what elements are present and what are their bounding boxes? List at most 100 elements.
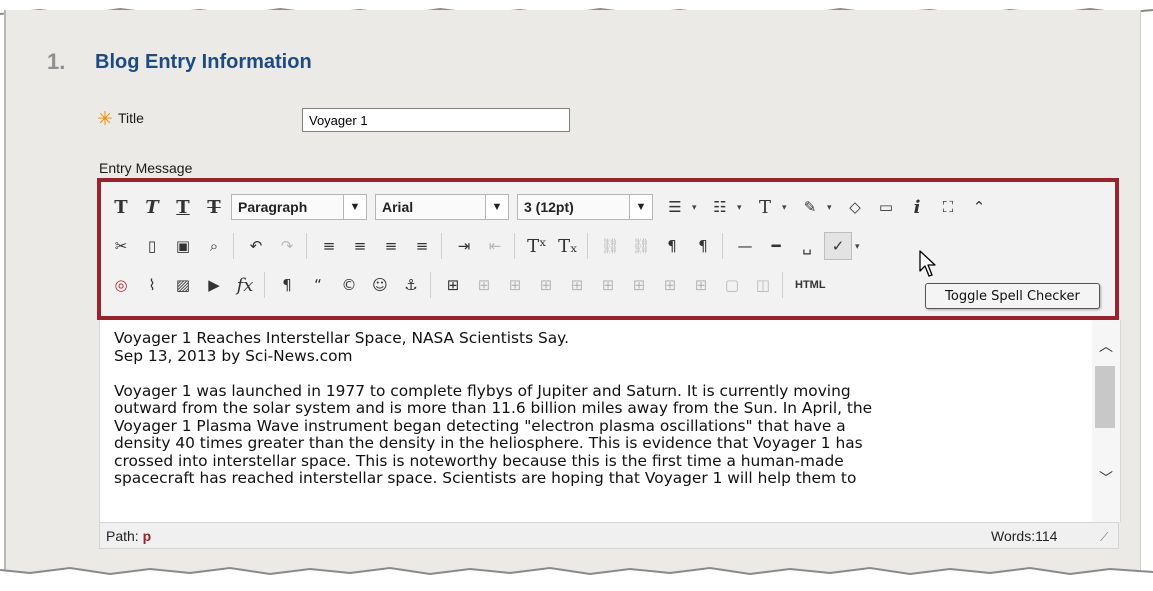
insert-image-icon[interactable]: ▨ (169, 271, 197, 299)
bullet-list-icon[interactable]: ☰ (661, 193, 689, 221)
font-select-value: Arial (382, 199, 414, 215)
subscript-icon[interactable]: Tₓ (554, 232, 582, 260)
editor-line: Voyager 1 was launched in 1977 to comple… (114, 381, 851, 400)
fullscreen-icon[interactable]: ⛶ (934, 193, 962, 221)
chevron-down-icon: ▼ (485, 195, 508, 219)
thick-rule-icon[interactable]: ━ (762, 232, 790, 260)
text-color-icon[interactable]: T (751, 193, 779, 221)
attach-file-icon[interactable]: ⌇ (138, 271, 166, 299)
insert-media-icon[interactable]: ▶ (200, 271, 228, 299)
html-source-button[interactable]: HTML (795, 279, 826, 291)
horizontal-rule-icon[interactable]: — (731, 232, 759, 260)
section-number: 1. (47, 49, 66, 74)
word-count: Words:114 (991, 528, 1058, 544)
copyright-icon[interactable]: © (335, 271, 363, 299)
editor-line: Voyager 1 Plasma Wave instrument began d… (114, 416, 846, 435)
editor-scrollbar[interactable]: ︿ ﹀ (1092, 320, 1120, 522)
strikethrough-t-icon[interactable]: T (200, 193, 228, 221)
delete-row-icon[interactable]: ⊞ (594, 271, 622, 299)
dropdown-arrow-icon[interactable]: ▾ (855, 241, 865, 252)
insert-col-before-icon[interactable]: ⊞ (625, 271, 653, 299)
align-right-icon[interactable]: ≡ (377, 232, 405, 260)
toolbar-separator (722, 233, 729, 259)
undo-icon[interactable]: ↶ (242, 232, 270, 260)
collapse-toolbar-icon[interactable]: ⌃ (965, 193, 993, 221)
align-left-icon[interactable]: ≡ (315, 232, 343, 260)
link-icon[interactable]: ⛓ (596, 232, 624, 260)
chevron-down-icon: ▼ (629, 195, 652, 219)
unlink-icon[interactable]: ⛓ (627, 232, 655, 260)
find-icon[interactable]: ⌕ (200, 232, 228, 260)
superscript-icon[interactable]: Tˣ (523, 232, 551, 260)
toolbar-separator (264, 272, 271, 298)
insert-col-after-icon[interactable]: ⊞ (656, 271, 684, 299)
format-select[interactable]: Paragraph ▼ (231, 194, 367, 220)
toolbar-separator (782, 272, 789, 298)
nonbreaking-space-icon[interactable]: ␣ (793, 232, 821, 260)
insert-table-icon[interactable]: ⊞ (439, 271, 467, 299)
editor-line: Sep 13, 2013 by Sci-News.com (114, 346, 353, 365)
editor-content-area[interactable]: Voyager 1 Reaches Interstellar Space, NA… (99, 320, 1121, 522)
rtl-paragraph-icon[interactable]: ¶ (689, 232, 717, 260)
math-formula-icon[interactable]: fx (231, 271, 259, 299)
numbered-list-icon[interactable]: ☷ (706, 193, 734, 221)
toolbar-row-3: ◎ ⌇ ▨ ▶ fx ¶ “ © ☺ ⚓ ⊞ ⊞ ⊞ ⊞ ⊞ ⊞ ⊞ ⊞ ⊞ ▢… (107, 269, 830, 301)
format-select-value: Paragraph (238, 199, 308, 215)
paste-icon[interactable]: ▣ (169, 232, 197, 260)
size-select[interactable]: 3 (12pt) ▼ (517, 194, 653, 220)
mashup-icon[interactable]: ◎ (107, 271, 135, 299)
toolbar-row-1: T T T T Paragraph ▼ Arial ▼ 3 (12pt) ▼ ☰… (107, 191, 996, 223)
align-center-icon[interactable]: ≡ (346, 232, 374, 260)
size-select-value: 3 (12pt) (524, 199, 574, 215)
table-row-props-icon[interactable]: ⊞ (470, 271, 498, 299)
outdent-icon[interactable]: ⇤ (481, 232, 509, 260)
redo-icon[interactable]: ↷ (273, 232, 301, 260)
scroll-down-icon[interactable]: ﹀ (1092, 466, 1120, 490)
toolbar-separator (430, 272, 437, 298)
info-icon[interactable]: i (903, 193, 931, 221)
anchor-icon[interactable]: ⚓ (397, 271, 425, 299)
insert-row-after-icon[interactable]: ⊞ (563, 271, 591, 299)
dropdown-arrow-icon[interactable]: ▾ (827, 202, 837, 213)
bold-t-icon[interactable]: T (107, 193, 135, 221)
insert-row-before-icon[interactable]: ⊞ (532, 271, 560, 299)
italic-t-icon[interactable]: T (138, 193, 166, 221)
resize-handle-icon[interactable]: ⟋ (1100, 530, 1108, 545)
underline-t-icon[interactable]: T (169, 193, 197, 221)
scroll-up-icon[interactable]: ︿ (1092, 334, 1120, 358)
spell-check-icon[interactable]: ✓ (824, 232, 852, 260)
dropdown-arrow-icon[interactable]: ▾ (782, 202, 792, 213)
delete-col-icon[interactable]: ⊞ (687, 271, 715, 299)
merge-cells-icon[interactable]: ◫ (749, 271, 777, 299)
eraser-icon[interactable]: ◇ (841, 193, 869, 221)
cut-icon[interactable]: ✂ (107, 232, 135, 260)
table-cell-props-icon[interactable]: ⊞ (501, 271, 529, 299)
font-select[interactable]: Arial ▼ (375, 194, 509, 220)
toolbar-separator (441, 233, 448, 259)
preview-icon[interactable]: ▭ (872, 193, 900, 221)
paragraph-mark-icon[interactable]: ¶ (273, 271, 301, 299)
spell-check-tooltip: Toggle Spell Checker (925, 283, 1100, 309)
indent-icon[interactable]: ⇥ (450, 232, 478, 260)
align-justify-icon[interactable]: ≡ (408, 232, 436, 260)
path-indicator: Path: p (106, 528, 151, 544)
highlight-icon[interactable]: ✎ (796, 193, 824, 221)
blockquote-icon[interactable]: “ (304, 271, 332, 299)
title-input[interactable] (302, 108, 570, 132)
entry-message-label: Entry Message (99, 160, 193, 176)
path-value[interactable]: p (143, 528, 152, 544)
editor-text[interactable]: Voyager 1 Reaches Interstellar Space, NA… (114, 329, 1064, 488)
ltr-paragraph-icon[interactable]: ¶ (658, 232, 686, 260)
path-label: Path: (106, 528, 139, 544)
copy-icon[interactable]: ▯ (138, 232, 166, 260)
emoticon-icon[interactable]: ☺ (366, 271, 394, 299)
dropdown-arrow-icon[interactable]: ▾ (737, 202, 747, 213)
split-cells-icon[interactable]: ▢ (718, 271, 746, 299)
editor-line: outward from the solar system and is mor… (114, 399, 873, 417)
toolbar-separator (514, 233, 521, 259)
editor-line: Voyager 1 Reaches Interstellar Space, NA… (114, 329, 569, 347)
scrollbar-thumb[interactable] (1095, 366, 1115, 428)
torn-edge-bottom (0, 566, 1153, 591)
dropdown-arrow-icon[interactable]: ▾ (692, 202, 702, 213)
editor-blank-line (114, 365, 1064, 383)
